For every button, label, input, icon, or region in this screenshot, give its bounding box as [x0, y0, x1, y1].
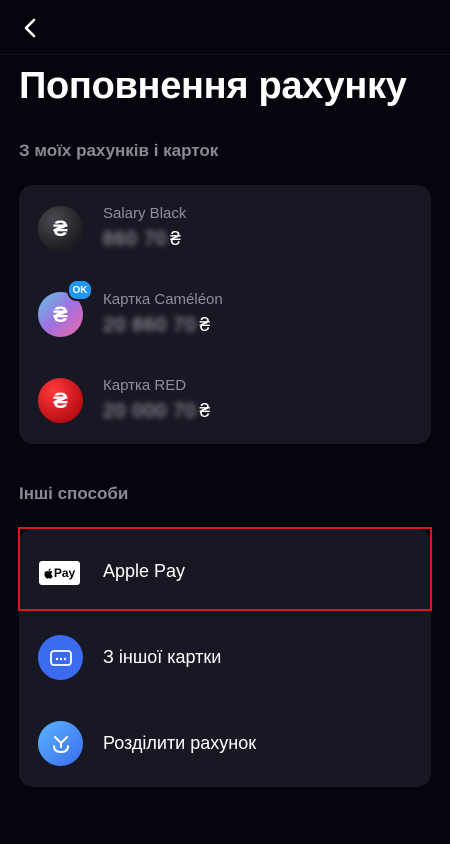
apple-logo-icon [44, 568, 53, 579]
back-button[interactable] [14, 12, 46, 44]
masked-amount: 20 000 70 [103, 401, 197, 422]
card-icon [38, 635, 83, 680]
account-name: Картка RED [103, 377, 187, 394]
card-glyph-icon [49, 649, 72, 666]
other-methods-card: Pay Apple Pay З іншої картки Розділити р… [18, 527, 432, 787]
account-name: Salary Black [103, 205, 187, 222]
ok-badge: OK [67, 279, 93, 301]
apple-pay-icon: Pay [39, 561, 80, 585]
section-title-other-methods: Інші способи [19, 484, 129, 503]
currency-sign: ₴ [199, 401, 211, 422]
currency-sign: ₴ [170, 229, 181, 250]
account-item-cameleon[interactable]: ₴ OK Картка Caméléon 20 860 70 ₴ [19, 271, 431, 357]
top-bar [0, 0, 450, 55]
currency-sign: ₴ [199, 315, 211, 336]
account-name: Картка Caméléon [103, 291, 223, 308]
hryvnia-coin-icon: ₴ [38, 206, 83, 251]
my-accounts-card: ₴ Salary Black 860 70 ₴ ₴ OK Картка Camé… [19, 185, 431, 444]
page-title: Поповнення рахунку [19, 65, 407, 107]
account-balance: 20 000 70 ₴ [103, 401, 210, 423]
split-glyph-icon [52, 735, 69, 753]
split-icon [38, 721, 83, 766]
account-item-red[interactable]: ₴ Картка RED 20 000 70 ₴ [19, 357, 431, 443]
method-label: З іншої картки [103, 647, 222, 667]
method-split-bill[interactable]: Розділити рахунок [19, 701, 431, 787]
account-balance: 20 860 70 ₴ [103, 315, 210, 337]
method-label: Apple Pay [103, 561, 186, 581]
account-item-salary-black[interactable]: ₴ Salary Black 860 70 ₴ [19, 185, 431, 271]
method-apple-pay[interactable]: Pay Apple Pay [18, 527, 432, 615]
hryvnia-coin-icon: ₴ [38, 378, 83, 423]
chevron-left-icon [24, 18, 36, 38]
account-balance: 860 70 ₴ [103, 229, 181, 251]
section-title-my-accounts: З моїх рахунків і карток [19, 141, 219, 160]
method-label: Розділити рахунок [103, 733, 257, 753]
apple-pay-badge-text: Pay [53, 566, 76, 580]
masked-amount: 860 70 [103, 229, 168, 250]
masked-amount: 20 860 70 [103, 315, 197, 336]
selection-highlight [18, 527, 432, 611]
method-other-card[interactable]: З іншої картки [19, 615, 431, 701]
